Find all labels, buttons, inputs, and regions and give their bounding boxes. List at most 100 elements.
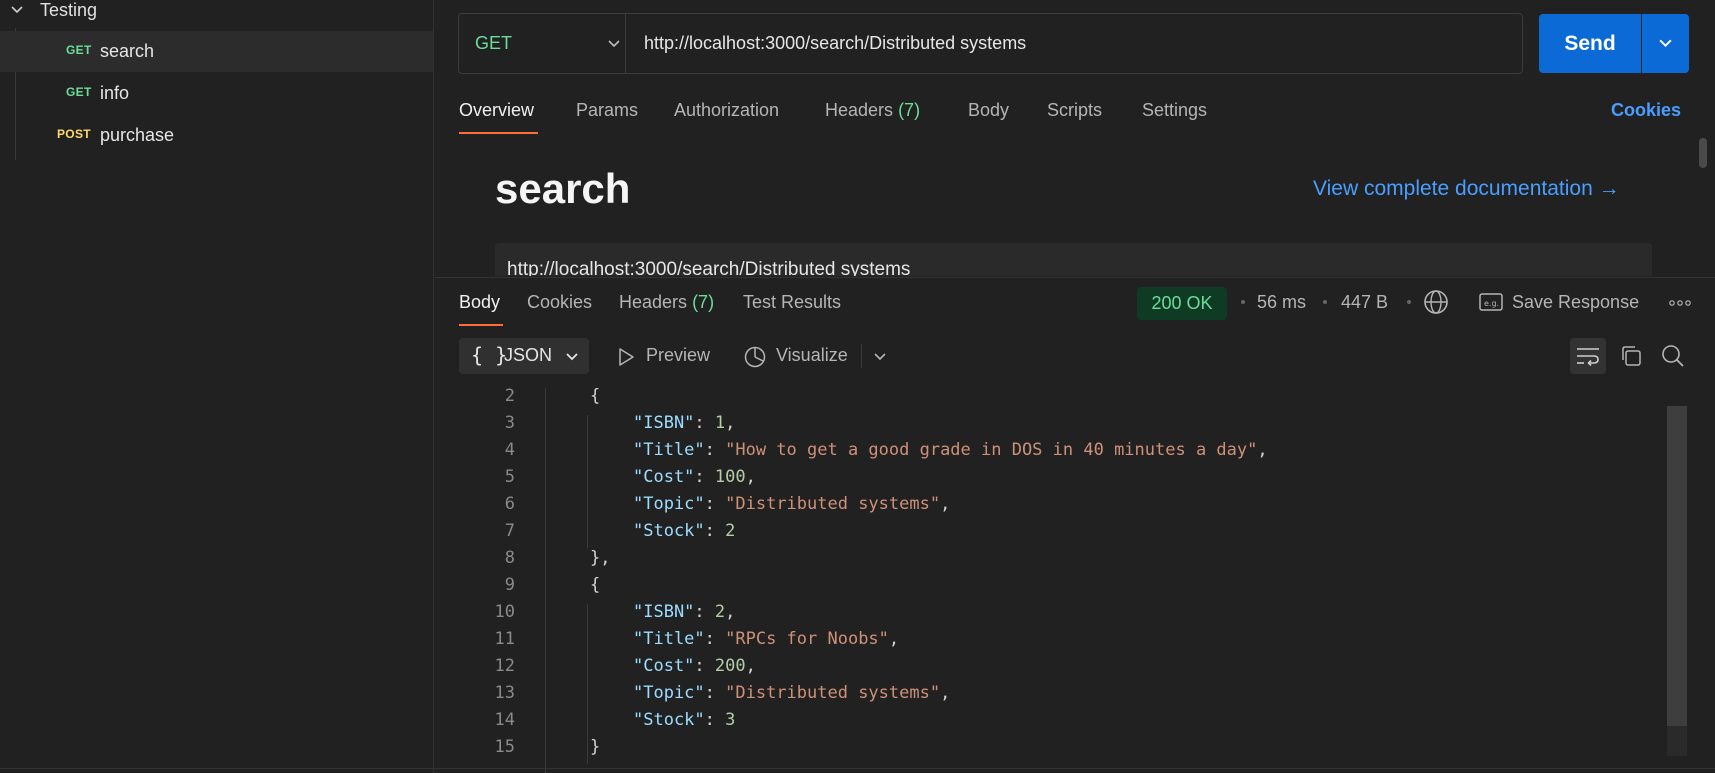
code-line: 6 "Topic": "Distributed systems", <box>435 494 1700 521</box>
url-input[interactable]: http://localhost:3000/search/Distributed… <box>644 33 1026 54</box>
chevron-down-icon <box>608 40 620 48</box>
json-value: "Distributed systems" <box>725 683 941 703</box>
json-key: "Topic" <box>633 494 705 514</box>
tab-params[interactable]: Params <box>576 100 638 121</box>
format-value: JSON <box>504 345 553 365</box>
json-key: "ISBN" <box>633 602 695 622</box>
response-tab-body[interactable]: Body <box>459 292 500 313</box>
code-text: "Title": "How to get a good grade in DOS… <box>633 440 1268 460</box>
json-value: 1 <box>714 413 726 433</box>
response-body-editor[interactable]: 2{3 "ISBN": 1, 4 "Title": "How to get a goo… <box>435 388 1700 773</box>
request-name: search <box>100 41 155 61</box>
code-text: "Title": "RPCs for Noobs", <box>633 629 900 649</box>
method-badge: GET <box>66 85 92 99</box>
json-value: "RPCs for Noobs" <box>725 629 889 649</box>
json-value: 100 <box>714 467 746 487</box>
collections-sidebar: Testing GET search GET info POST purchas… <box>0 0 434 772</box>
chevron-down-icon <box>566 353 578 361</box>
svg-text:e.g.: e.g. <box>1484 299 1499 308</box>
active-tab-indicator <box>459 324 503 326</box>
json-value: "How to get a good grade in DOS in 40 mi… <box>725 440 1258 460</box>
tab-headers-label: Headers <box>825 100 894 120</box>
code-line: 10 "ISBN": 2, <box>435 602 1700 629</box>
wrap-lines-button[interactable] <box>1570 338 1606 374</box>
method-select[interactable]: GET <box>459 14 626 73</box>
method-value: GET <box>475 33 513 53</box>
status-badge[interactable]: 200 OK <box>1137 287 1227 320</box>
line-number: 5 <box>504 467 515 487</box>
doc-scrollbar[interactable] <box>1699 138 1707 168</box>
visualize-button[interactable]: Visualize <box>776 345 848 366</box>
line-number: 13 <box>494 683 515 703</box>
status-bar-divider <box>0 768 1715 769</box>
line-number: 14 <box>494 710 515 730</box>
json-value: 200 <box>714 656 746 676</box>
visualize-icon <box>744 346 766 368</box>
code-line: 15} <box>435 737 1700 764</box>
headers-count: (7) <box>898 100 921 120</box>
request-workspace: GET http://localhost:3000/search/Distrib… <box>435 0 1715 773</box>
response-tab-cookies[interactable]: Cookies <box>527 292 592 313</box>
code-line: 13 "Topic": "Distributed systems", <box>435 683 1700 710</box>
code-line: 4 "Title": "How to get a good grade in DO… <box>435 440 1700 467</box>
code-line: 14 "Stock": 3 <box>435 710 1700 737</box>
json-value: 2 <box>725 521 736 541</box>
json-key: "Stock" <box>633 710 705 730</box>
preview-button[interactable]: Preview <box>646 345 710 366</box>
code-text: "Topic": "Distributed systems", <box>633 683 951 703</box>
tab-settings[interactable]: Settings <box>1142 100 1207 121</box>
globe-icon[interactable] <box>1423 289 1449 315</box>
response-toolbar: { } JSON Preview Visualize <box>435 338 1715 378</box>
save-response-button[interactable]: Save Response <box>1512 292 1639 313</box>
more-options-icon[interactable] <box>1669 300 1691 306</box>
json-key: "Title" <box>633 440 705 460</box>
json-key: "Stock" <box>633 521 705 541</box>
response-size[interactable]: 447 B <box>1341 292 1388 313</box>
tab-body[interactable]: Body <box>968 100 1009 121</box>
code-text: "ISBN": 1, <box>633 413 736 433</box>
active-tab-indicator <box>459 132 538 134</box>
url-bar: GET http://localhost:3000/search/Distrib… <box>458 13 1523 74</box>
line-number: 2 <box>504 388 515 406</box>
json-value: 2 <box>714 602 726 622</box>
copy-icon[interactable] <box>1619 344 1643 368</box>
code-text: "ISBN": 2, <box>633 602 736 622</box>
chevron-down-icon <box>1659 39 1672 48</box>
response-tab-headers[interactable]: Headers (7) <box>619 292 714 313</box>
code-line: 3 "ISBN": 1, <box>435 413 1700 440</box>
json-key: "ISBN" <box>633 413 695 433</box>
json-key: "Topic" <box>633 683 705 703</box>
tab-headers[interactable]: Headers (7) <box>825 100 920 121</box>
view-documentation-link[interactable]: View complete documentation → <box>1313 177 1620 201</box>
chevron-down-icon[interactable] <box>873 350 887 364</box>
code-line: 5 "Cost": 100, <box>435 467 1700 494</box>
response-tab-headers-label: Headers <box>619 292 688 312</box>
tab-authorization[interactable]: Authorization <box>674 100 779 121</box>
line-number: 7 <box>504 521 515 541</box>
tab-overview[interactable]: Overview <box>459 100 534 121</box>
method-badge: POST <box>57 127 91 141</box>
search-icon[interactable] <box>1661 344 1685 368</box>
code-text: "Cost": 200, <box>633 656 756 676</box>
response-tab-test-results[interactable]: Test Results <box>743 292 841 313</box>
send-options-button[interactable] <box>1642 14 1689 73</box>
cookies-link[interactable]: Cookies <box>1611 100 1681 121</box>
separator-dot <box>1241 300 1245 304</box>
response-scrollbar-thumb[interactable] <box>1667 406 1687 726</box>
line-number: 11 <box>494 629 515 649</box>
sidebar-item-info[interactable]: GET info <box>0 73 433 114</box>
sidebar-item-purchase[interactable]: POST purchase <box>0 115 433 156</box>
response-time[interactable]: 56 ms <box>1257 292 1306 313</box>
response-panel: Body Cookies Headers (7) Test Results 20… <box>435 277 1715 773</box>
doc-title: search <box>495 165 631 212</box>
doc-url-box: http://localhost:3000/search/Distributed… <box>495 243 1652 276</box>
send-button[interactable]: Send <box>1539 14 1641 73</box>
sidebar-item-search[interactable]: GET search <box>0 31 433 72</box>
code-line: 11 "Title": "RPCs for Noobs", <box>435 629 1700 656</box>
format-select[interactable]: { } JSON <box>459 338 589 374</box>
line-number: 6 <box>504 494 515 514</box>
folder-testing[interactable]: Testing <box>0 0 433 22</box>
wrap-lines-icon <box>1577 348 1599 366</box>
tab-scripts[interactable]: Scripts <box>1047 100 1102 121</box>
line-number: 9 <box>504 575 515 595</box>
